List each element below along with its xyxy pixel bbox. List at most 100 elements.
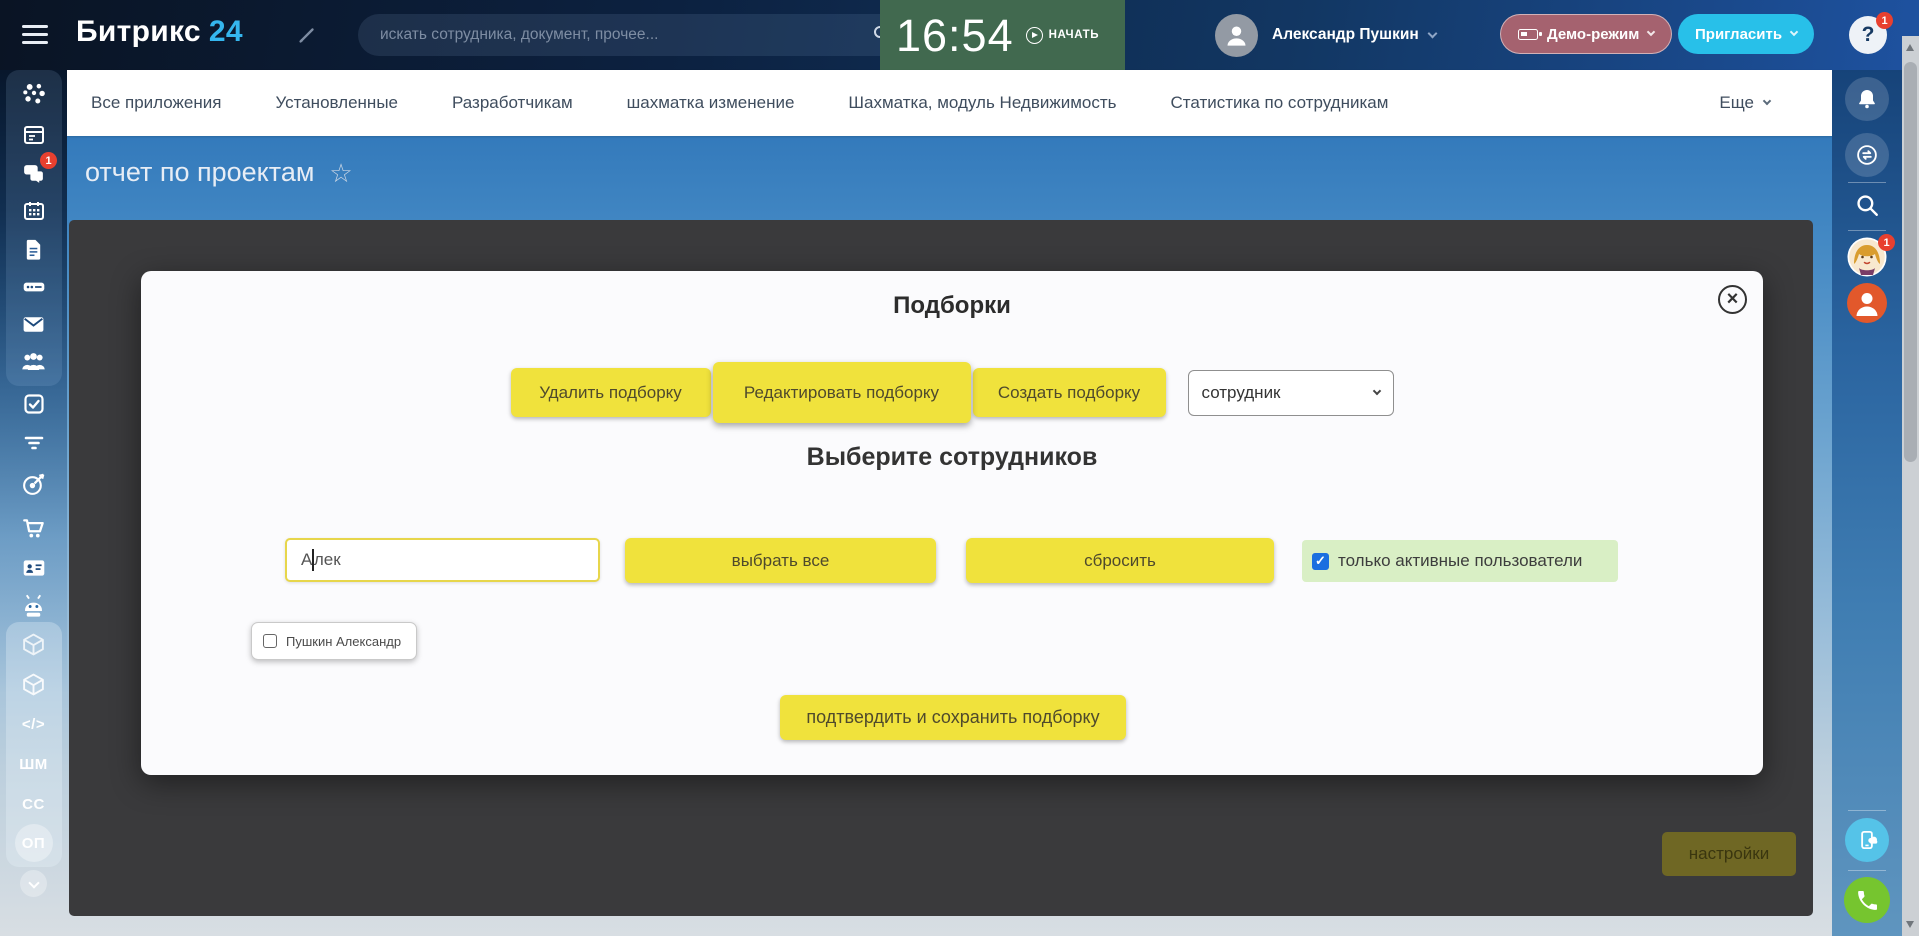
employee-label: Пушкин Александр xyxy=(286,634,401,649)
global-search xyxy=(358,14,906,56)
notifications-bell-icon[interactable] xyxy=(1832,77,1902,121)
clock-time: 16:54 xyxy=(896,13,1014,58)
nav-all-apps[interactable]: Все приложения xyxy=(91,93,221,113)
menu-toggle-icon[interactable] xyxy=(22,25,48,44)
shop-cart-icon[interactable] xyxy=(0,515,67,541)
employee-checkbox[interactable] xyxy=(263,634,277,648)
drive-icon[interactable] xyxy=(0,274,67,300)
help-button[interactable]: ? 1 xyxy=(1849,16,1887,54)
question-icon: ? xyxy=(1862,23,1875,47)
sync-messenger-icon[interactable] xyxy=(1832,133,1902,177)
edit-collection-button[interactable]: Редактировать подборку xyxy=(713,362,971,423)
feed-icon[interactable] xyxy=(0,81,67,107)
scrollbar-thumb[interactable] xyxy=(1904,62,1917,462)
code-app-icon[interactable]: </> xyxy=(0,711,67,737)
nav-chess-change[interactable]: шахматка изменение xyxy=(627,93,795,113)
collections-modal: × Подборки Удалить подборку Редактироват… xyxy=(141,271,1763,775)
page-title: отчет по проектам xyxy=(85,157,314,188)
divider xyxy=(1848,870,1886,871)
left-sidebar: 1 xyxy=(0,70,67,936)
active-users-checkbox[interactable] xyxy=(1312,553,1329,570)
nav-more[interactable]: Еще xyxy=(1719,93,1770,113)
crm-people-icon[interactable] xyxy=(0,348,67,374)
tasks-icon[interactable] xyxy=(0,391,67,417)
sidebar-search-icon[interactable] xyxy=(1832,192,1902,218)
chevron-down-icon xyxy=(1372,386,1380,394)
app-ss[interactable]: СС xyxy=(0,791,67,817)
create-collection-button[interactable]: Создать подборку xyxy=(973,368,1166,417)
contact-badge: 1 xyxy=(1878,234,1895,251)
active-users-only-toggle[interactable]: только активные пользователи xyxy=(1302,540,1618,582)
scroll-down-arrow[interactable] xyxy=(1906,921,1914,928)
active-users-label: только активные пользователи xyxy=(1338,551,1582,571)
user-presence-avatar[interactable] xyxy=(1832,283,1902,323)
user-avatar[interactable] xyxy=(1215,14,1258,57)
chat-badge: 1 xyxy=(40,152,57,169)
chevron-down-icon xyxy=(1763,97,1771,105)
contact-card-icon[interactable] xyxy=(0,555,67,581)
top-bar: Битрикс24 16:54 НАЧАТЬ Александр Пушкин … xyxy=(0,0,1919,70)
calendar-icon[interactable] xyxy=(0,198,67,224)
employee-result-item[interactable]: Пушкин Александр xyxy=(251,622,417,660)
delete-collection-button[interactable]: Удалить подборку xyxy=(511,368,711,417)
mobile-app-icon[interactable] xyxy=(1832,818,1902,862)
demo-mode-button[interactable]: Демо-режим xyxy=(1500,14,1672,54)
reset-button[interactable]: сбросить xyxy=(966,538,1274,583)
nav-installed[interactable]: Установленные xyxy=(275,93,398,113)
page-title-row: отчет по проектам ☆ xyxy=(85,157,353,188)
edit-icon[interactable] xyxy=(296,24,318,46)
invite-button[interactable]: Пригласить xyxy=(1678,14,1814,54)
play-icon xyxy=(1026,27,1043,44)
page-scrollbar[interactable] xyxy=(1902,36,1919,936)
person-icon xyxy=(1223,22,1250,49)
user-menu[interactable]: Александр Пушкин xyxy=(1272,26,1436,44)
documents-icon[interactable] xyxy=(0,236,67,262)
bot-icon[interactable] xyxy=(0,593,67,619)
chevron-down-icon xyxy=(1647,28,1655,36)
divider xyxy=(1848,810,1886,811)
workspace-icon[interactable] xyxy=(0,122,67,148)
nav-developers[interactable]: Разработчикам xyxy=(452,93,573,113)
start-workday-button[interactable]: НАЧАТЬ xyxy=(1026,27,1099,44)
app-shm[interactable]: ШМ xyxy=(0,751,67,777)
logo[interactable]: Битрикс24 xyxy=(76,15,243,49)
battery-icon xyxy=(1518,29,1538,40)
app-cube-icon[interactable] xyxy=(0,631,67,657)
app-op-active[interactable]: ОП xyxy=(0,824,67,862)
logo-brand: Битрикс xyxy=(76,15,201,48)
settings-button[interactable]: настройки xyxy=(1662,832,1796,876)
confirm-save-collection-button[interactable]: подтвердить и сохранить подборку xyxy=(780,695,1126,740)
mail-icon[interactable] xyxy=(0,311,67,337)
nav-employee-stats[interactable]: Статистика по сотрудникам xyxy=(1171,93,1389,113)
bitrix24-app: Битрикс24 16:54 НАЧАТЬ Александр Пушкин … xyxy=(0,0,1919,936)
divider xyxy=(1848,230,1886,231)
favorite-star-icon[interactable]: ☆ xyxy=(329,160,352,186)
messenger-icon[interactable]: 1 xyxy=(0,160,67,186)
nav-chess-realty[interactable]: Шахматка, модуль Недвижимость xyxy=(848,93,1116,113)
selected-type: сотрудник xyxy=(1202,383,1281,403)
collection-actions-row: Удалить подборку Редактировать подборку … xyxy=(141,362,1763,423)
sidebar-panel-top xyxy=(6,70,62,386)
modal-title: Подборки xyxy=(141,292,1763,320)
select-all-button[interactable]: выбрать все xyxy=(625,538,936,583)
chevron-down-icon xyxy=(1790,28,1798,36)
marketing-target-icon[interactable] xyxy=(0,471,67,497)
app-content-overlay: настройки × Подборки Удалить подборку Ре… xyxy=(69,220,1813,916)
scroll-up-arrow[interactable] xyxy=(1906,44,1914,51)
time-tracker: 16:54 НАЧАТЬ xyxy=(880,0,1125,70)
logo-24: 24 xyxy=(209,15,243,48)
help-badge: 1 xyxy=(1876,12,1893,29)
apps-nav-bar: Все приложения Установленные Разработчик… xyxy=(67,70,1832,136)
right-sidebar: 1 xyxy=(1832,70,1902,936)
contact-avatar[interactable]: 1 xyxy=(1832,237,1902,282)
global-search-input[interactable] xyxy=(358,14,906,56)
chevron-down-icon xyxy=(1427,28,1437,38)
telephony-call-icon[interactable] xyxy=(1832,877,1902,923)
sidebar-expand-chevron-icon[interactable] xyxy=(0,870,67,897)
user-name: Александр Пушкин xyxy=(1272,26,1419,44)
collection-type-select[interactable]: сотрудник xyxy=(1188,370,1394,416)
app-cube2-icon[interactable] xyxy=(0,671,67,697)
employee-search-input[interactable]: Алек xyxy=(285,538,600,582)
modal-subtitle: Выберите сотрудников xyxy=(141,443,1763,472)
filter-icon[interactable] xyxy=(0,430,67,456)
